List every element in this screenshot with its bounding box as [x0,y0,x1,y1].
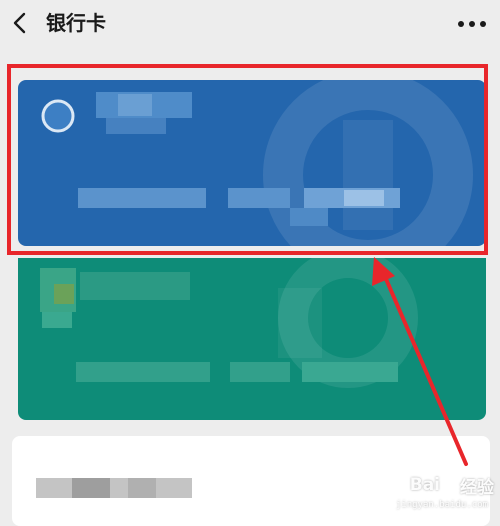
card-number-obscured [76,362,210,382]
watermark-suffix: 经验 [460,477,494,498]
more-options-button[interactable] [454,12,490,36]
page-title: 银行卡 [46,11,106,35]
watermark-brand: Bai [409,475,440,495]
back-button[interactable] [6,6,36,40]
baidu-paw-icon [444,478,456,492]
bank-name-obscured [36,478,192,498]
bank-logo-icon [41,99,75,133]
bank-card-2[interactable] [18,258,486,420]
bank-logo-watermark [278,258,418,388]
baidu-watermark: Bai 经验 [409,474,494,498]
bank-card-1[interactable] [18,80,486,246]
more-dots-icon [458,21,486,27]
bank-logo-watermark [263,80,473,246]
watermark-url: jingyan.baidu.com [395,500,488,510]
chevron-left-icon [13,12,26,34]
card-number-obscured [78,188,206,208]
top-navigation-bar: 银行卡 [0,0,500,48]
